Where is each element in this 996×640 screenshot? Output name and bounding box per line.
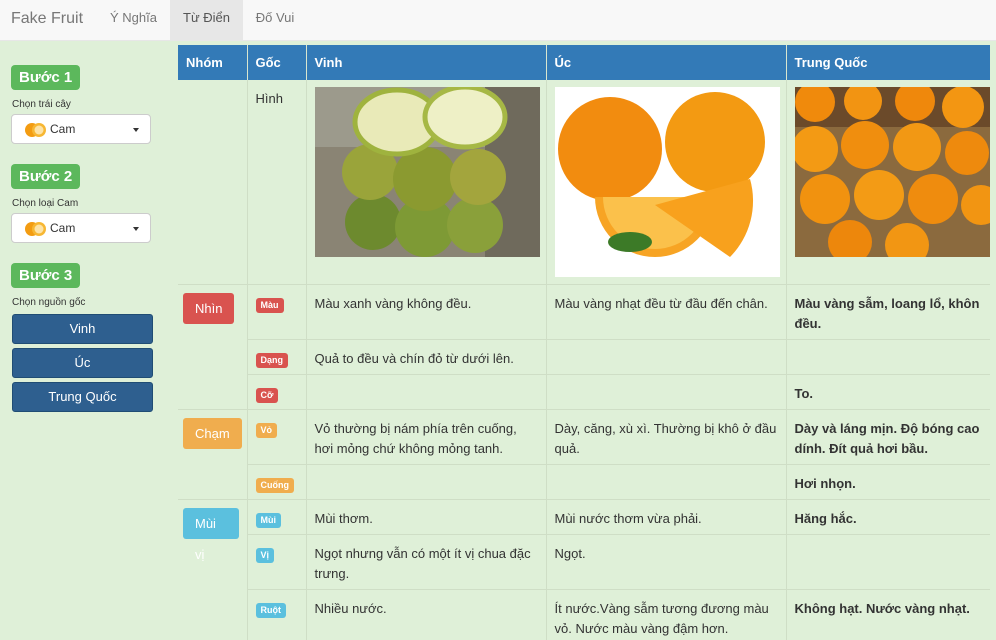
cell-vinh: Màu xanh vàng không đều. [306,283,547,339]
table-row: Mùi vị Mùi Mùi thơm. Mùi nước thơm vừa p… [178,498,990,640]
header-goc: Gốc [247,45,307,80]
comparison-table: Nhóm Gốc Vinh Úc Trung Quốc Hình Nhìn Mà… [178,45,990,640]
uc-orange-photo [554,87,780,277]
nav-tab-do-vui[interactable]: Đố Vui [243,0,307,41]
table-row: Vị Ngọt nhưng vẫn có một ít vị chua đặc … [178,533,990,589]
step-3-label: Bước 3 [11,263,81,288]
brand-logo[interactable]: Fake Fruit [11,10,83,28]
cell-trung-quoc [786,533,990,589]
cell-uc: Mùi nước thơm vừa phải. [546,498,787,534]
cell-uc [546,338,787,374]
cell-uc: Ít nước.Vàng sẫm tương đương màu vỏ. Nướ… [546,588,787,640]
cell-uc: Dày, căng, xù xì. Thường bị khô ở đầu qu… [546,408,787,464]
top-navbar: Fake Fruit Ý Nghĩa Từ Điển Đố Vui [0,0,996,41]
chevron-down-icon [133,227,139,231]
step-3-caption: Chọn nguồn gốc [12,297,86,308]
group-button-mui-vi[interactable]: Mùi vị [183,507,239,562]
comparison-table-container: Nhóm Gốc Vinh Úc Trung Quốc Hình Nhìn Mà… [178,45,990,640]
vinh-orange-photo [314,87,540,257]
table-row: Nhìn Màu Màu xanh vàng không đều. Màu và… [178,283,990,409]
chevron-down-icon [133,128,139,132]
cell-uc: Ngọt. [546,533,787,589]
cell-vinh [306,373,547,409]
attr-badge-co: Cỡ [255,387,279,403]
header-nhom: Nhóm [178,45,248,80]
table-row: Cỡ To. [178,373,990,409]
variety-select[interactable]: Cam [11,213,151,243]
table-row: Cuống Hơi nhọn. [178,463,990,499]
cell-vinh [306,463,547,499]
header-vinh: Vinh [306,45,547,80]
image-row: Hình [178,80,990,284]
attr-badge-dang: Dạng [255,352,288,368]
group-button-nhin[interactable]: Nhìn [183,292,235,324]
header-trung-quoc: Trung Quốc [786,45,990,80]
cell-trung-quoc: Màu vàng sẫm, loang lổ, khôn đều. [786,283,990,339]
cell-trung-quoc [786,338,990,374]
step-2-label: Bước 2 [11,164,81,189]
attr-badge-mui: Mùi [255,512,281,528]
image-row-label: Hình [247,80,307,284]
table-row: Chạm Vỏ Vỏ thường bị nám phía trên cuống… [178,408,990,499]
attr-badge-cuong: Cuống [255,477,294,493]
cell-trung-quoc: Hơi nhọn. [786,463,990,499]
cell-trung-quoc: Không hạt. Nước vàng nhạt. [786,588,990,640]
attr-badge-vi: Vị [255,547,275,563]
cell-uc: Màu vàng nhạt đều từ đầu đến chân. [546,283,787,339]
origin-button-vinh[interactable]: Vinh [12,314,153,344]
orange-icon [25,123,46,137]
step-1-caption: Chọn trái cây [12,99,71,110]
nav-tab-tu-dien[interactable]: Từ Điển [170,0,243,41]
cell-trung-quoc: Dày và láng mịn. Độ bóng cao dính. Đít q… [786,408,990,464]
header-uc: Úc [546,45,787,80]
table-row: Ruột Nhiều nước. Ít nước.Vàng sẫm tương … [178,588,990,640]
attr-badge-ruot: Ruột [255,602,286,618]
cell-trung-quoc: Hăng hắc. [786,498,990,534]
cell-vinh: Ngọt nhưng vẫn có một ít vị chua đặc trư… [306,533,547,589]
group-button-cham[interactable]: Chạm [183,417,242,449]
cell-uc [546,373,787,409]
cell-vinh: Vỏ thường bị nám phía trên cuống, hơi mỏ… [306,408,547,464]
fruit-select-value: Cam [50,122,76,136]
cell-trung-quoc: To. [786,373,990,409]
attr-badge-mau: Màu [255,297,284,313]
nav-tab-y-nghia[interactable]: Ý Nghĩa [97,0,170,41]
table-header-row: Nhóm Gốc Vinh Úc Trung Quốc [178,45,990,80]
cell-vinh: Quả to đều và chín đỏ từ dưới lên. [306,338,547,374]
orange-icon [25,222,46,236]
fruit-select[interactable]: Cam [11,114,151,144]
cell-uc [546,463,787,499]
variety-select-value: Cam [50,221,76,235]
cell-vinh: Mùi thơm. [306,498,547,534]
attr-badge-vo: Vỏ [255,422,278,438]
cell-vinh: Nhiều nước. [306,588,547,640]
sidebar: Bước 1 Chọn trái cây Cam Bước 2 Chọn loạ… [0,41,168,640]
trung-quoc-orange-photo [794,87,990,257]
origin-button-trung-quoc[interactable]: Trung Quốc [12,382,153,412]
step-1-label: Bước 1 [11,65,81,90]
table-row: Dạng Quả to đều và chín đỏ từ dưới lên. [178,338,990,374]
origin-button-uc[interactable]: Úc [12,348,153,378]
step-2-caption: Chọn loại Cam [12,198,79,209]
